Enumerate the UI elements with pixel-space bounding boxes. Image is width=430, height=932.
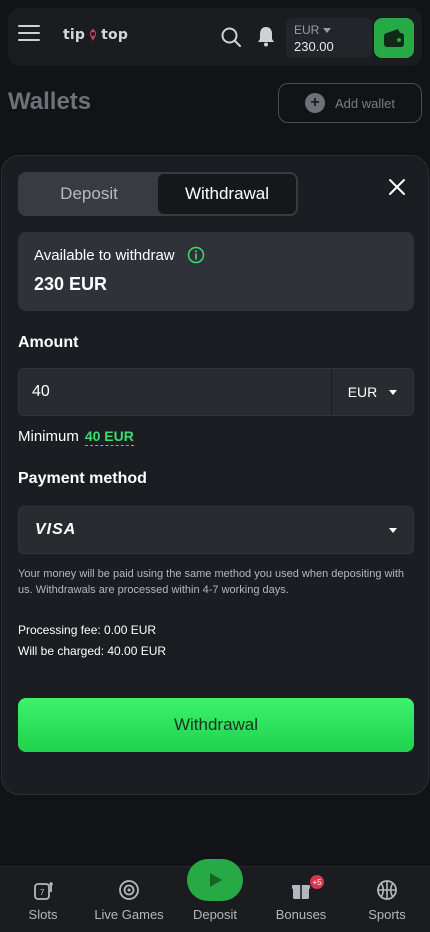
nav-live-games[interactable]: Live Games (86, 867, 172, 932)
add-wallet-label: Add wallet (335, 95, 395, 111)
deposit-nav-button[interactable] (187, 859, 243, 901)
chevron-down-icon (389, 389, 398, 395)
nav-bonuses-label: Bonuses (275, 907, 327, 922)
bell-icon[interactable] (256, 25, 276, 47)
live-games-icon (119, 880, 139, 900)
top-header: tip top EUR 230.00 (8, 8, 422, 66)
withdrawal-note: Your money will be paid using the same m… (18, 568, 405, 596)
nav-deposit-label: Deposit (192, 907, 238, 922)
slots-icon: 7 (34, 882, 53, 900)
wallet-button[interactable] (374, 18, 414, 58)
svg-text:7: 7 (39, 888, 44, 897)
nav-sports[interactable]: Sports (344, 867, 430, 932)
payment-method-label: Payment method (18, 470, 147, 487)
minimum-row: Minimum 40 EUR (18, 428, 134, 446)
minimum-label: Minimum (18, 428, 79, 445)
nav-bonuses[interactable]: +5 Bonuses (258, 867, 344, 932)
currency-select-value: EUR (347, 384, 378, 400)
logo-text-right: top (101, 27, 129, 43)
withdrawal-submit-button[interactable]: Withdrawal (18, 698, 414, 752)
withdrawal-modal: Deposit Withdrawal Available to withdraw… (1, 155, 429, 795)
nav-slots[interactable]: 7 Slots (0, 867, 86, 932)
fee-summary: Processing fee: 0.00 EUR Will be charged… (18, 620, 166, 662)
search-icon[interactable] (220, 26, 242, 48)
available-label-row: Available to withdraw (34, 246, 398, 264)
page-title: Wallets (8, 88, 92, 115)
menu-icon[interactable] (18, 25, 40, 49)
gift-icon (292, 885, 310, 899)
currency-select[interactable]: EUR (331, 369, 413, 415)
balance-currency: EUR (294, 23, 364, 37)
amount-label: Amount (18, 334, 79, 351)
logo-mark-icon (90, 29, 97, 41)
chevron-down-icon (323, 27, 332, 33)
ball-icon (377, 880, 397, 900)
balance-currency-label: EUR (294, 23, 320, 37)
add-wallet-button[interactable]: + Add wallet (278, 83, 422, 123)
nav-deposit[interactable]: Deposit (172, 859, 258, 932)
plus-icon: + (305, 93, 325, 113)
available-label: Available to withdraw (34, 246, 175, 264)
tab-switcher: Deposit Withdrawal (18, 172, 298, 216)
chevron-down-icon (389, 527, 397, 533)
balance-amount: 230.00 (294, 39, 334, 54)
processing-fee: Processing fee: 0.00 EUR (18, 623, 157, 637)
logo-text-left: tip (63, 27, 86, 43)
amount-input[interactable] (19, 369, 331, 415)
nav-sports-label: Sports (368, 907, 406, 922)
nav-slots-label: Slots (28, 907, 58, 922)
amount-field: EUR (18, 368, 414, 416)
info-icon[interactable] (187, 246, 205, 264)
available-balance-card: Available to withdraw 230 EUR (18, 232, 414, 311)
logo[interactable]: tip top (63, 25, 128, 45)
close-icon[interactable] (388, 178, 406, 196)
tab-withdrawal[interactable]: Withdrawal (158, 174, 296, 214)
tab-deposit[interactable]: Deposit (20, 174, 158, 214)
minimum-value[interactable]: 40 EUR (84, 428, 134, 446)
nav-live-games-label: Live Games (94, 907, 164, 922)
payment-method-select[interactable]: VISA (18, 506, 414, 554)
wallet-icon (384, 29, 404, 47)
balance-selector[interactable]: EUR 230.00 (286, 18, 372, 58)
available-value: 230 EUR (34, 274, 108, 294)
will-be-charged: Will be charged: 40.00 EUR (18, 644, 167, 658)
play-icon (210, 873, 222, 887)
visa-logo: VISA (35, 521, 77, 538)
bottom-navigation: 7 Slots Live Games Deposit +5 Bonuses Sp… (0, 859, 430, 932)
bonuses-badge: +5 (310, 875, 324, 889)
